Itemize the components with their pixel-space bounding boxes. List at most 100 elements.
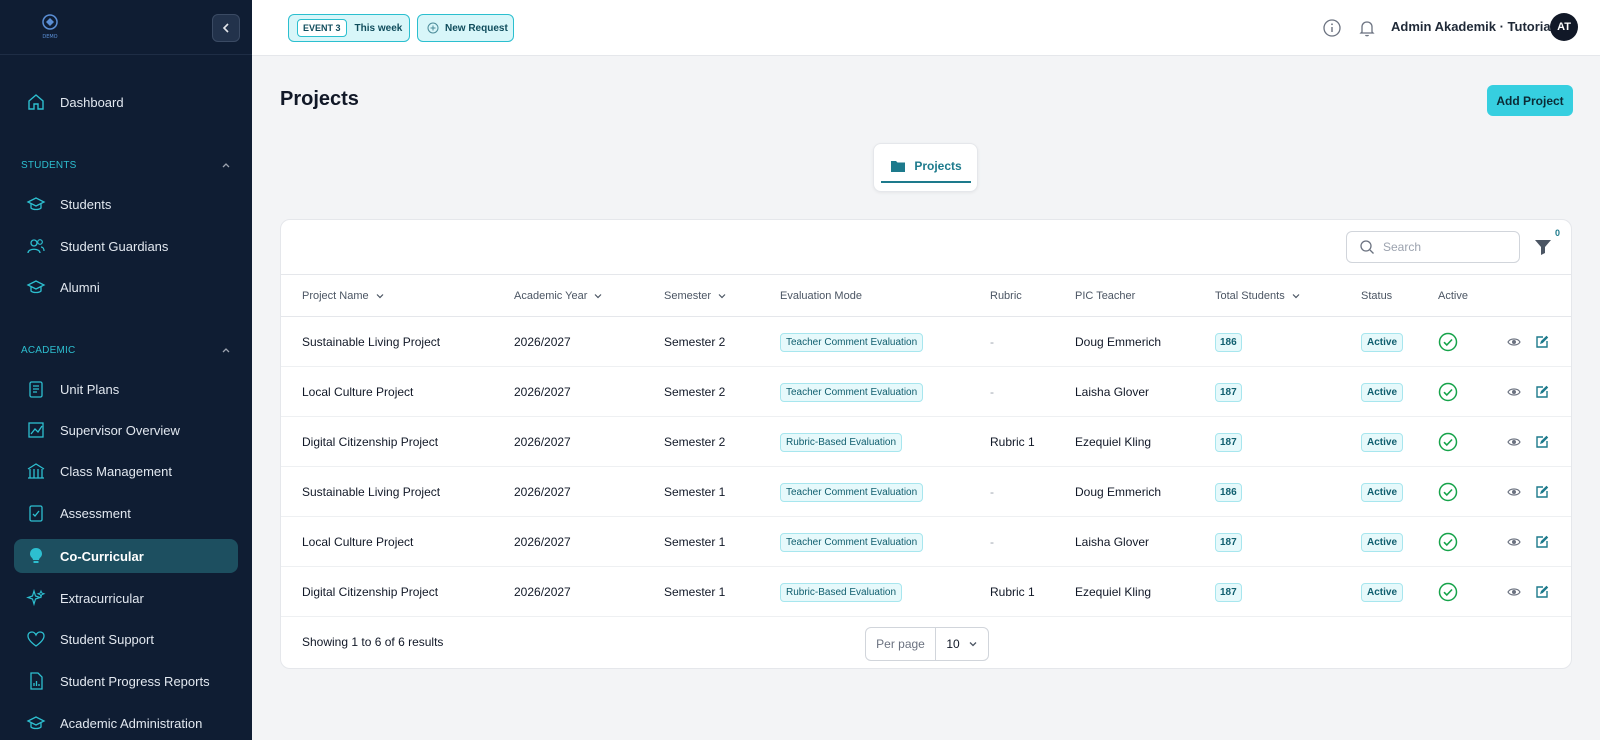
column-header-rubric: Rubric [990, 275, 1022, 317]
total-students-badge: 187 [1215, 432, 1242, 452]
sidebar-item-co-curricular[interactable]: Co-Curricular [14, 539, 238, 573]
total-students-wrapper: 186 [1215, 467, 1242, 517]
sidebar-item-alumni[interactable]: Alumni [14, 270, 238, 304]
tab-label: Projects [914, 159, 962, 173]
header-label: Active [1438, 290, 1468, 302]
filter-icon[interactable] [1533, 237, 1553, 257]
per-page-value[interactable]: 10 [936, 628, 988, 660]
semester-cell: Semester 2 [664, 385, 726, 399]
per-page-number: 10 [946, 637, 960, 651]
edit-button[interactable] [1535, 517, 1549, 567]
evaluation-mode-badge: Teacher Comment Evaluation [780, 532, 924, 552]
column-header-total-students[interactable]: Total Students [1215, 275, 1301, 317]
students-section-header[interactable]: STUDENTS [21, 157, 231, 173]
header-label: PIC Teacher [1075, 290, 1136, 302]
tab-projects[interactable]: Projects [881, 151, 971, 183]
status-badge: Active [1361, 482, 1404, 502]
sidebar-item-students[interactable]: Students [14, 187, 238, 221]
active-cell [1438, 367, 1458, 417]
building-icon [27, 463, 45, 479]
sidebar-item-student-guardians[interactable]: Student Guardians [14, 229, 238, 263]
academic-section-header[interactable]: ACADEMIC [21, 342, 231, 358]
column-header-pic-teacher: PIC Teacher [1075, 275, 1135, 317]
status-badge: Active [1361, 332, 1404, 352]
project-name-cell: Sustainable Living Project [302, 485, 441, 499]
column-header-project-name[interactable]: Project Name [302, 275, 385, 317]
sidebar-item-supervisor-overview[interactable]: Supervisor Overview [14, 413, 238, 447]
tab-bar: Projects [873, 143, 978, 192]
project-name-cell: Local Culture Project [302, 385, 414, 399]
column-header-academic-year[interactable]: Academic Year [514, 275, 603, 317]
edit-button[interactable] [1535, 417, 1549, 467]
sidebar-item-class-management[interactable]: Class Management [14, 454, 238, 488]
table-row[interactable]: Local Culture Project 2026/2027 Semester 1… [281, 517, 1571, 567]
search-input[interactable]: Search [1346, 231, 1520, 263]
academic-year-cell-wrapper: 2026/2027 [514, 367, 571, 417]
rubric-cell: Rubric 1 [990, 435, 1035, 449]
project-name-cell-wrapper: Sustainable Living Project [302, 467, 440, 517]
view-button[interactable] [1507, 467, 1521, 517]
view-button[interactable] [1507, 317, 1521, 367]
table-row[interactable]: Digital Citizenship Project 2026/2027 Seme… [281, 417, 1571, 467]
status-wrapper: Active [1361, 517, 1404, 567]
sidebar-item-label: Assessment [60, 505, 131, 521]
folder-icon [891, 161, 906, 172]
info-icon[interactable] [1322, 18, 1342, 38]
column-header-active: Active [1438, 275, 1468, 317]
view-button[interactable] [1507, 367, 1521, 417]
pic-teacher-cell: Doug Emmerich [1075, 335, 1162, 349]
pic-teacher-cell: Laisha Glover [1075, 535, 1150, 549]
event-pill[interactable]: EVENT 3 This week [288, 14, 410, 42]
new-request-label: New Request [445, 22, 508, 34]
pic-teacher-cell-wrapper: Laisha Glover [1075, 517, 1149, 567]
sidebar-item-academic-administration[interactable]: Academic Administration [14, 706, 238, 740]
view-button[interactable] [1507, 567, 1521, 617]
evaluation-mode-wrapper: Teacher Comment Evaluation [780, 517, 924, 567]
semester-cell-wrapper: Semester 1 [664, 467, 725, 517]
school-logo[interactable]: DEMO [32, 12, 68, 40]
table-row[interactable]: Sustainable Living Project 2026/2027 Semes… [281, 467, 1571, 517]
column-header-semester[interactable]: Semester [664, 275, 727, 317]
academic-year-cell-wrapper: 2026/2027 [514, 317, 571, 367]
header-label: Evaluation Mode [780, 290, 862, 302]
project-name-cell: Sustainable Living Project [302, 335, 441, 349]
total-students-badge: 186 [1215, 482, 1242, 502]
sidebar-item-student-progress-reports[interactable]: Student Progress Reports [14, 664, 238, 698]
total-students-wrapper: 187 [1215, 567, 1242, 617]
sidebar-item-extracurricular[interactable]: Extracurricular [14, 581, 238, 615]
sidebar-item-label: Dashboard [60, 94, 124, 110]
edit-button[interactable] [1535, 567, 1549, 617]
avatar[interactable]: AT [1550, 13, 1578, 41]
semester-cell: Semester 1 [664, 535, 726, 549]
sidebar-item-unit-plans[interactable]: Unit Plans [14, 372, 238, 406]
table-row[interactable]: Local Culture Project 2026/2027 Semester 2… [281, 367, 1571, 417]
view-button[interactable] [1507, 417, 1521, 467]
edit-button[interactable] [1535, 317, 1549, 367]
sidebar-item-student-support[interactable]: Student Support [14, 622, 238, 656]
chevron-down-icon [969, 642, 977, 647]
edit-button[interactable] [1535, 467, 1549, 517]
new-request-button[interactable]: New Request [417, 14, 514, 42]
status-wrapper: Active [1361, 417, 1404, 467]
collapse-sidebar-button[interactable] [212, 14, 240, 42]
table-row[interactable]: Sustainable Living Project 2026/2027 Semes… [281, 317, 1571, 367]
per-page-select[interactable]: Per page 10 [865, 627, 989, 661]
edit-icon [1536, 385, 1549, 398]
bell-icon[interactable] [1357, 18, 1377, 38]
chevron-down-icon [594, 294, 602, 299]
chevron-down-icon [376, 294, 384, 299]
sidebar-item-label: Extracurricular [60, 590, 144, 606]
search-placeholder: Search [1383, 240, 1422, 254]
edit-button[interactable] [1535, 367, 1549, 417]
view-button[interactable] [1507, 517, 1521, 567]
sidebar-item-assessment[interactable]: Assessment [14, 496, 238, 530]
chevron-down-icon [1292, 294, 1300, 299]
add-project-button[interactable]: Add Project [1487, 85, 1573, 116]
sidebar-divider [0, 54, 252, 55]
table-row[interactable]: Digital Citizenship Project 2026/2027 Seme… [281, 567, 1571, 617]
sidebar-item-dashboard[interactable]: Dashboard [14, 85, 238, 119]
semester-cell-wrapper: Semester 2 [664, 367, 725, 417]
evaluation-mode-wrapper: Rubric-Based Evaluation [780, 417, 903, 467]
user-name[interactable]: Admin Akademik · Tutorial [1391, 19, 1554, 34]
rubric-cell-wrapper: Rubric 1 [990, 567, 1035, 617]
